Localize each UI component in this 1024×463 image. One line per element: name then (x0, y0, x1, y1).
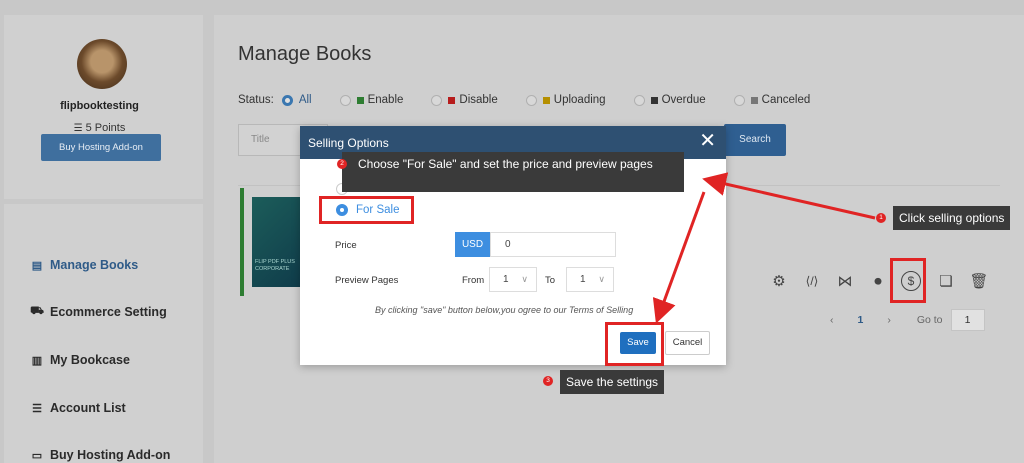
arrow-to-dialog (702, 172, 876, 220)
callout-step-3: Save the settings (560, 370, 665, 394)
callout-text: Choose "For Sale" and set the price and … (358, 157, 653, 171)
step-3-badge: 3 (543, 376, 553, 386)
annotation-arrows (652, 172, 876, 324)
callout-step-2: Choose "For Sale" and set the price and … (342, 152, 684, 192)
callout-text: Save the settings (566, 375, 659, 389)
callout-text: Click selling options (899, 211, 1005, 225)
arrow-to-save (652, 191, 706, 324)
callout-step-1: Click selling options (893, 206, 1011, 230)
step-2-badge: 2 (337, 159, 347, 169)
step-1-badge: 1 (876, 213, 886, 223)
